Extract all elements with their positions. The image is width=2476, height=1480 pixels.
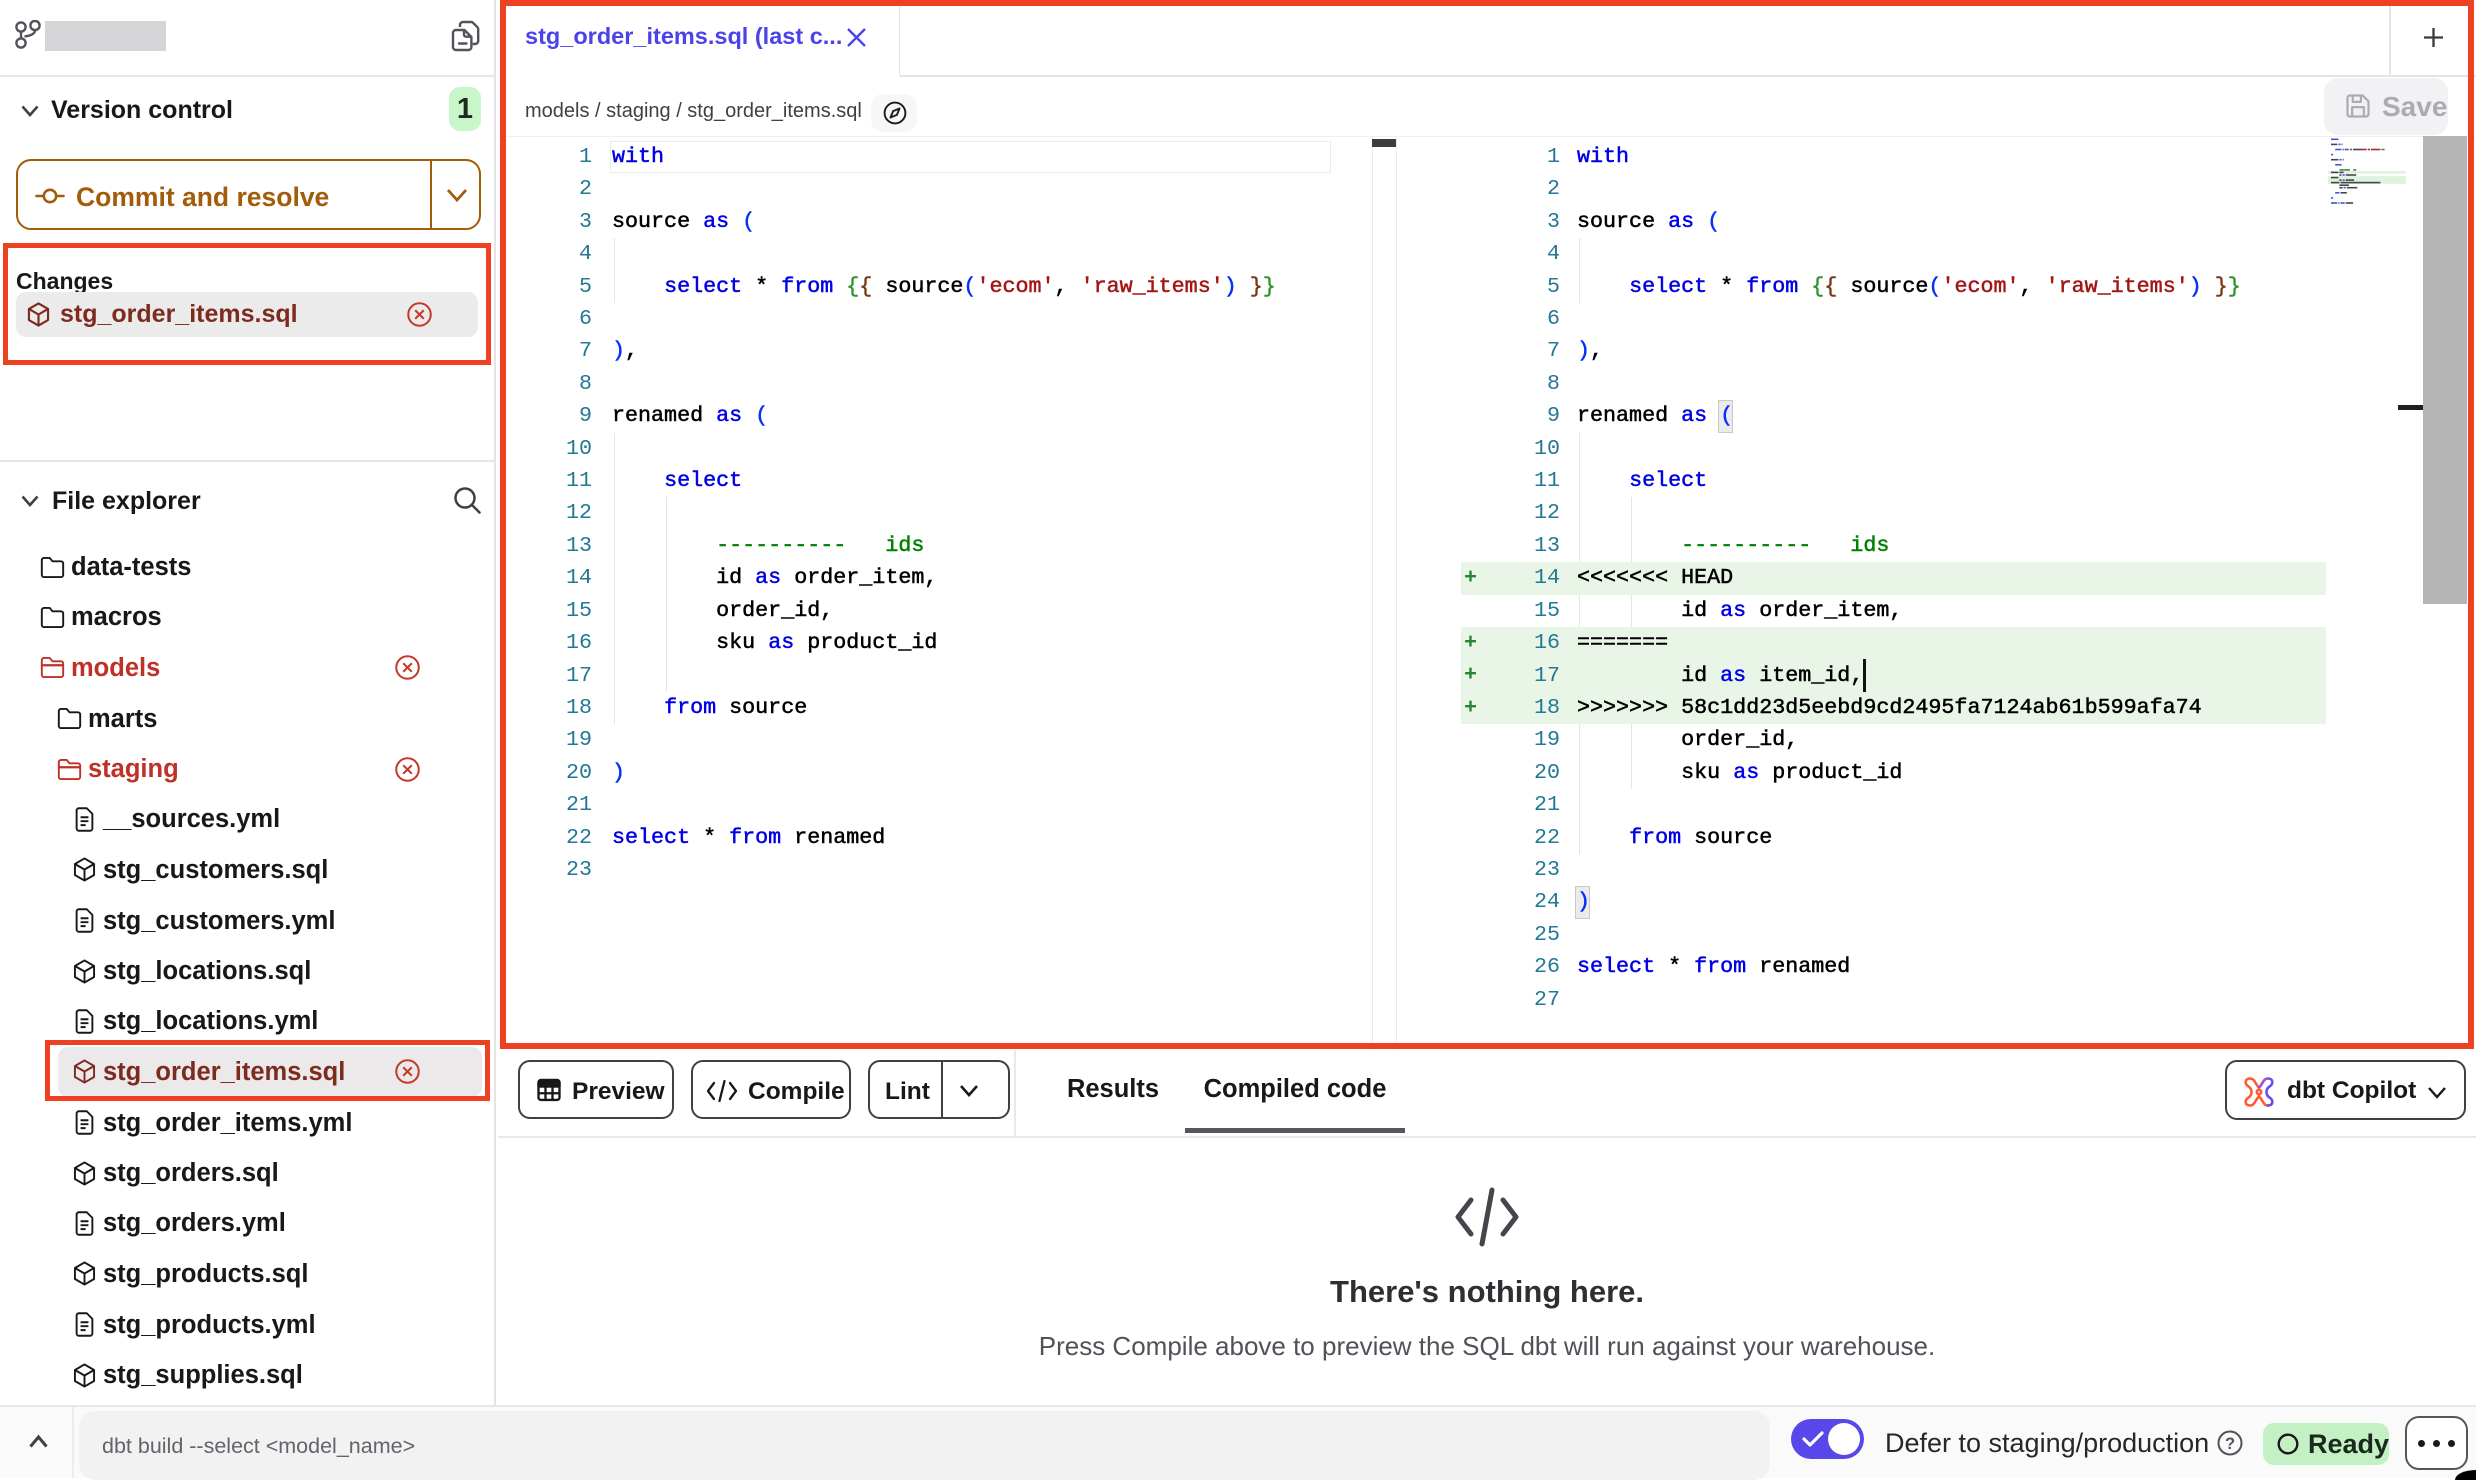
svg-text:?: ? bbox=[2225, 1435, 2235, 1453]
